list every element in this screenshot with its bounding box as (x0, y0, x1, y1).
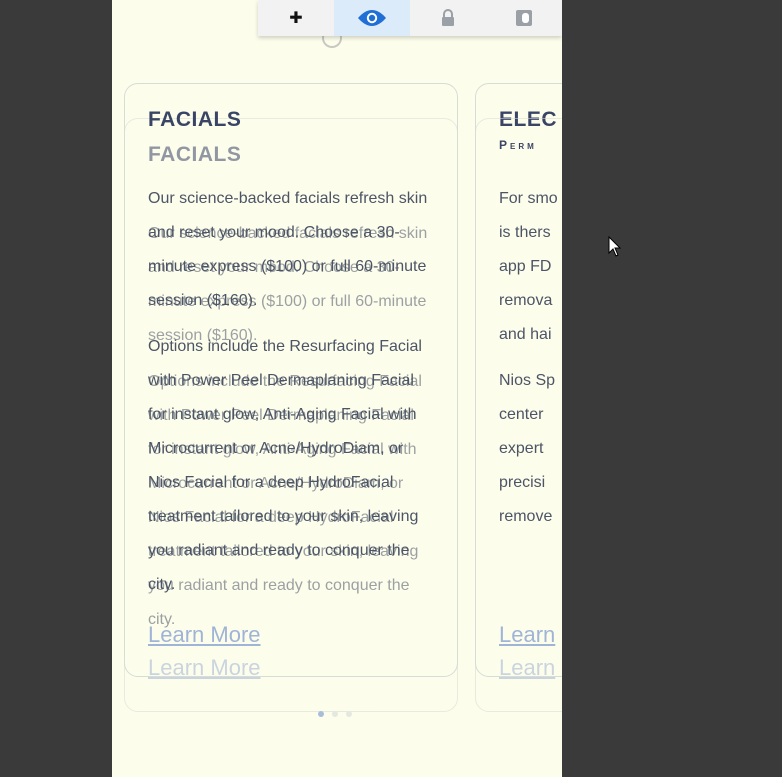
learn-more-link[interactable]: Learn (499, 655, 555, 681)
pagination-dot[interactable] (332, 711, 338, 717)
service-card-facials: FACIALS Our science-backed facials refre… (124, 83, 458, 677)
carousel-pagination (318, 711, 352, 717)
card-title: FACIALS (148, 108, 242, 131)
phone-viewport: FACIALS Our science-backed facials refre… (112, 0, 562, 777)
card-paragraph: Our science-backed facials refresh skin … (148, 190, 428, 309)
card-subtitle (148, 138, 434, 160)
card-ghost: Learn (475, 118, 562, 712)
pagination-dot[interactable] (318, 711, 324, 717)
card-paragraph: Options include the Resurfacing Facial w… (148, 338, 422, 593)
contrast-icon[interactable] (486, 0, 562, 36)
accessibility-toolbar: ✚ (258, 0, 562, 36)
mouse-cursor-icon (608, 236, 622, 257)
pagination-dot[interactable] (346, 711, 352, 717)
lock-icon[interactable] (410, 0, 486, 36)
plus-icon[interactable]: ✚ (258, 0, 334, 36)
learn-more-link[interactable]: Learn More (148, 622, 261, 648)
eye-icon[interactable] (334, 0, 410, 36)
